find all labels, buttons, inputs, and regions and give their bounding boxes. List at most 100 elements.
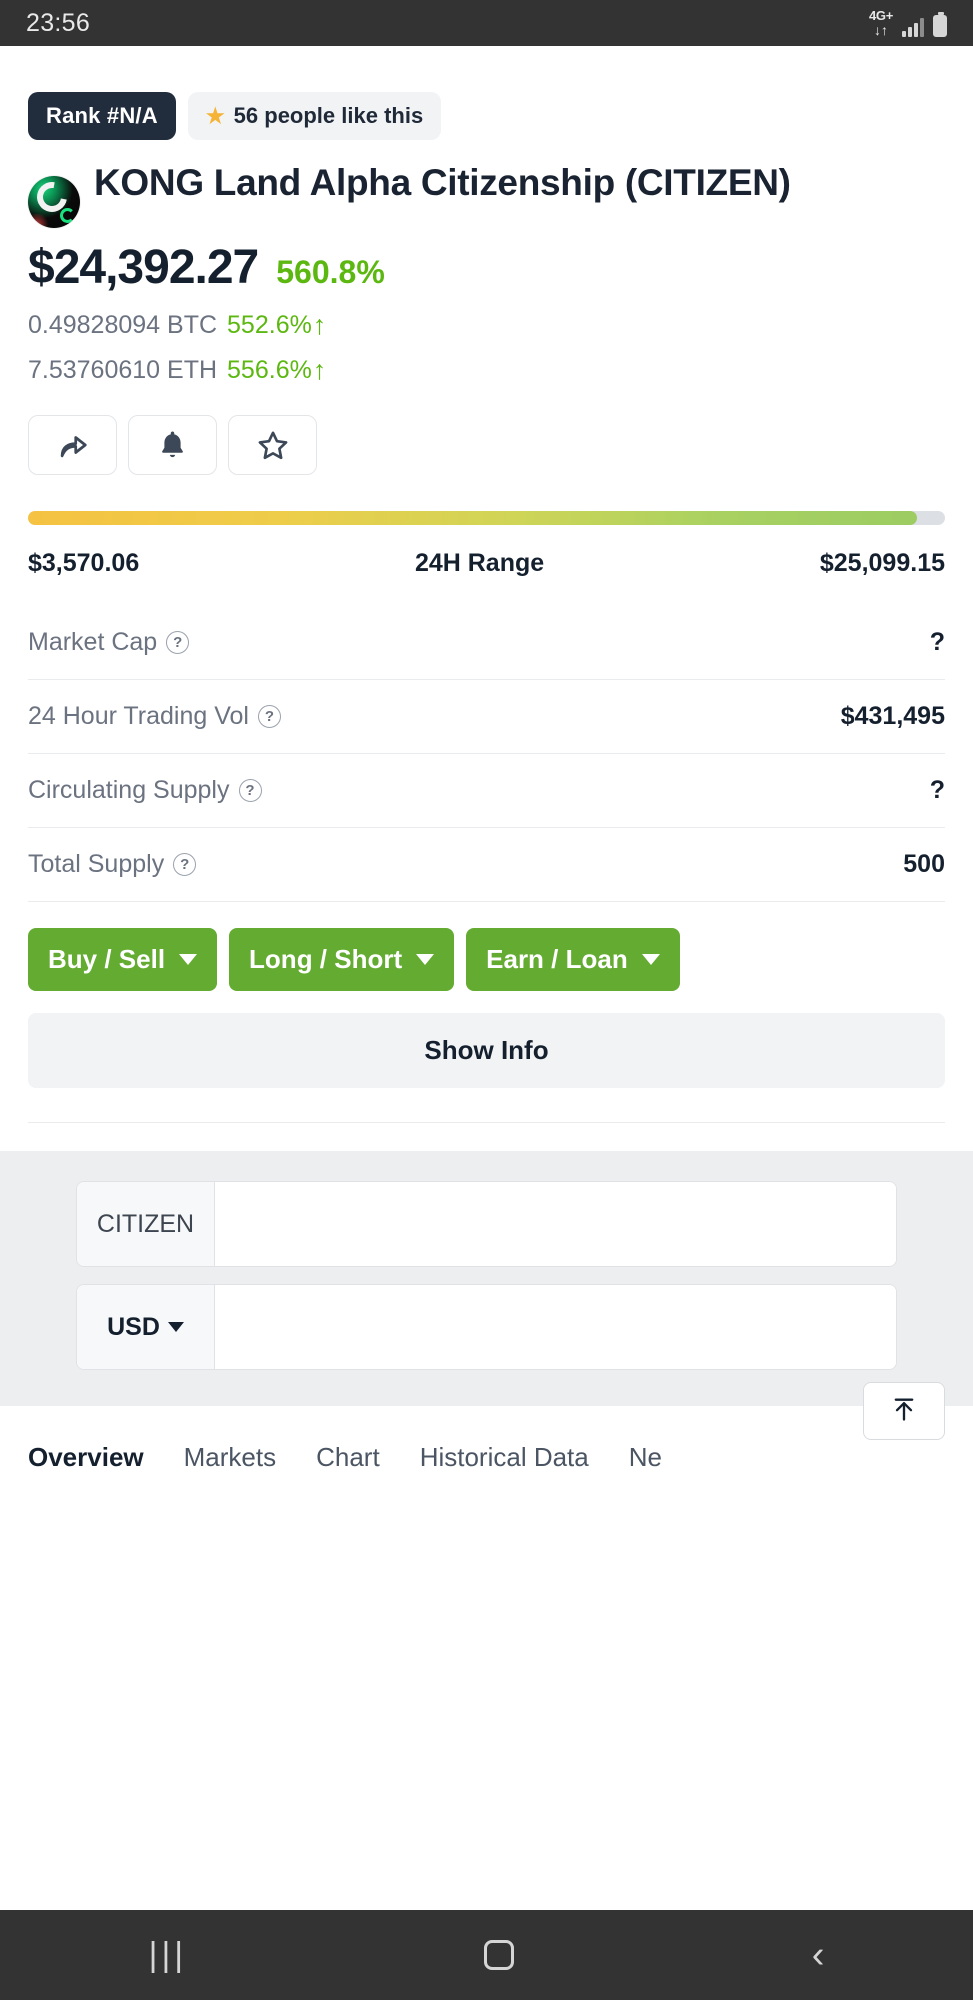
network-type-icon: 4G+ ↓↑: [869, 9, 893, 37]
stat-row-market-cap: Market Cap ? ?: [28, 606, 945, 680]
back-icon[interactable]: ‹: [812, 1936, 825, 1974]
buy-sell-label: Buy / Sell: [48, 944, 166, 974]
stat-row-trading-vol: 24 Hour Trading Vol ? $431,495: [28, 680, 945, 754]
stat-row-circulating-supply: Circulating Supply ? ?: [28, 754, 945, 828]
bell-icon: [159, 430, 186, 460]
chevron-down-icon: [641, 954, 660, 965]
stat-label-text: Total Supply: [28, 850, 165, 878]
tab-overview[interactable]: Overview: [28, 1442, 144, 1479]
recent-apps-icon[interactable]: |||: [149, 1936, 188, 1975]
price-row: $24,392.27 560.8%: [28, 240, 945, 295]
converter-from-unit: CITIZEN: [77, 1182, 215, 1266]
scroll-to-top-button[interactable]: [863, 1382, 945, 1440]
converter-from-field: CITIZEN: [76, 1181, 897, 1267]
scroll-to-top-icon: [890, 1395, 918, 1428]
status-indicators: 4G+ ↓↑: [869, 9, 947, 37]
coin-title-row: KONG Land Alpha Citizenship (CITIZEN): [28, 162, 945, 228]
tab-markets[interactable]: Markets: [184, 1442, 276, 1479]
btc-conversion-row: 0.49828094 BTC 552.6% ↑: [28, 311, 945, 340]
help-icon[interactable]: ?: [238, 779, 262, 802]
range-bar-section: $3,570.06 24H Range $25,099.15: [28, 511, 945, 578]
android-nav-bar: ||| ‹: [0, 1910, 973, 2000]
help-icon[interactable]: ?: [166, 631, 190, 654]
stat-label-text: 24 Hour Trading Vol: [28, 702, 249, 730]
eth-change-percent: 556.6% ↑: [227, 356, 326, 385]
badge-row: Rank #N/A ★ 56 people like this: [28, 92, 945, 140]
section-tabbar: Overview Markets Chart Historical Data N…: [0, 1442, 973, 1479]
stat-label: Circulating Supply ?: [28, 776, 262, 805]
current-price: $24,392.27: [28, 241, 259, 294]
page-title: KONG Land Alpha Citizenship (CITIZEN): [94, 162, 791, 203]
stat-label: Total Supply ?: [28, 850, 197, 879]
buy-sell-button[interactable]: Buy / Sell: [28, 928, 218, 991]
range-title: 24H Range: [414, 549, 545, 577]
converter-to-input[interactable]: [215, 1285, 896, 1369]
help-icon[interactable]: ?: [173, 853, 197, 876]
stats-list: Market Cap ? ? 24 Hour Trading Vol ? $43…: [28, 606, 945, 902]
earn-loan-label: Earn / Loan: [486, 944, 628, 974]
stat-row-total-supply: Total Supply ? 500: [28, 828, 945, 902]
price-change-percent: 560.8%: [276, 254, 385, 290]
share-arrow-icon: [56, 430, 90, 460]
converter-from-unit-label: CITIZEN: [96, 1209, 195, 1238]
long-short-button[interactable]: Long / Short: [229, 928, 455, 991]
stat-label: 24 Hour Trading Vol ?: [28, 702, 281, 731]
section-divider: [28, 1122, 945, 1123]
page-content: Rank #N/A ★ 56 people like this KONG Lan…: [0, 92, 973, 1123]
stat-value: ?: [929, 776, 945, 804]
signal-strength-icon: [902, 17, 924, 37]
android-status-bar: 23:56 4G+ ↓↑: [0, 0, 973, 46]
converter-to-unit[interactable]: USD: [77, 1285, 215, 1369]
btc-amount: 0.49828094 BTC: [28, 311, 218, 339]
eth-conversion-row: 7.53760610 ETH 556.6% ↑: [28, 356, 945, 385]
stat-label-text: Circulating Supply: [28, 776, 230, 804]
cta-button-row: Buy / Sell Long / Short Earn / Loan: [28, 928, 945, 991]
kong-land-coin-logo-icon: [28, 176, 80, 228]
help-icon[interactable]: ?: [257, 705, 281, 728]
favorite-button[interactable]: [228, 415, 317, 475]
stat-value: $431,495: [840, 702, 945, 730]
range-bar-fill: [28, 511, 918, 525]
alert-button[interactable]: [128, 415, 217, 475]
eth-amount: 7.53760610 ETH: [28, 356, 218, 384]
rank-badge[interactable]: Rank #N/A: [28, 92, 176, 140]
show-info-button[interactable]: Show Info: [28, 1013, 945, 1088]
long-short-label: Long / Short: [249, 944, 403, 974]
star-outline-icon: [257, 430, 289, 461]
converter-to-unit-label: USD: [107, 1312, 160, 1341]
chevron-down-icon: [167, 1322, 184, 1332]
chevron-down-icon: [179, 954, 198, 965]
btc-change-percent: 552.6% ↑: [227, 311, 326, 340]
quick-action-buttons: [28, 415, 945, 475]
range-labels: $3,570.06 24H Range $25,099.15: [28, 549, 945, 578]
share-button[interactable]: [28, 415, 117, 475]
app-screen: 23:56 4G+ ↓↑ Rank #N/A ★ 56 people like …: [0, 0, 973, 2000]
eth-up-arrow-icon: ↑: [312, 355, 327, 385]
tab-news[interactable]: Ne: [629, 1442, 662, 1479]
battery-icon: [933, 12, 947, 37]
stat-value: ?: [929, 628, 945, 656]
range-bar-track: [28, 511, 945, 525]
range-low-value: $3,570.06: [28, 549, 140, 577]
likes-badge[interactable]: ★ 56 people like this: [187, 92, 442, 140]
btc-up-arrow-icon: ↑: [312, 310, 327, 340]
currency-converter: CITIZEN USD: [0, 1151, 973, 1406]
data-arrows-icon: ↓↑: [873, 22, 888, 38]
status-time: 23:56: [26, 8, 91, 37]
stat-value: 500: [903, 850, 945, 878]
converter-from-input[interactable]: [215, 1182, 896, 1266]
likes-badge-label: 56 people like this: [233, 103, 424, 128]
chevron-down-icon: [416, 954, 435, 965]
eth-change-value: 556.6%: [227, 356, 312, 384]
stat-label: Market Cap ?: [28, 628, 190, 657]
tab-historical-data[interactable]: Historical Data: [420, 1442, 589, 1479]
btc-change-value: 552.6%: [227, 311, 312, 339]
range-high-value: $25,099.15: [819, 549, 945, 577]
tab-chart[interactable]: Chart: [316, 1442, 380, 1479]
home-icon[interactable]: [484, 1940, 515, 1970]
network-label: 4G+: [868, 8, 893, 23]
converter-to-field: USD: [76, 1284, 897, 1370]
star-emoji-icon: ★: [205, 104, 225, 128]
stat-label-text: Market Cap: [28, 628, 158, 656]
earn-loan-button[interactable]: Earn / Loan: [466, 928, 680, 991]
